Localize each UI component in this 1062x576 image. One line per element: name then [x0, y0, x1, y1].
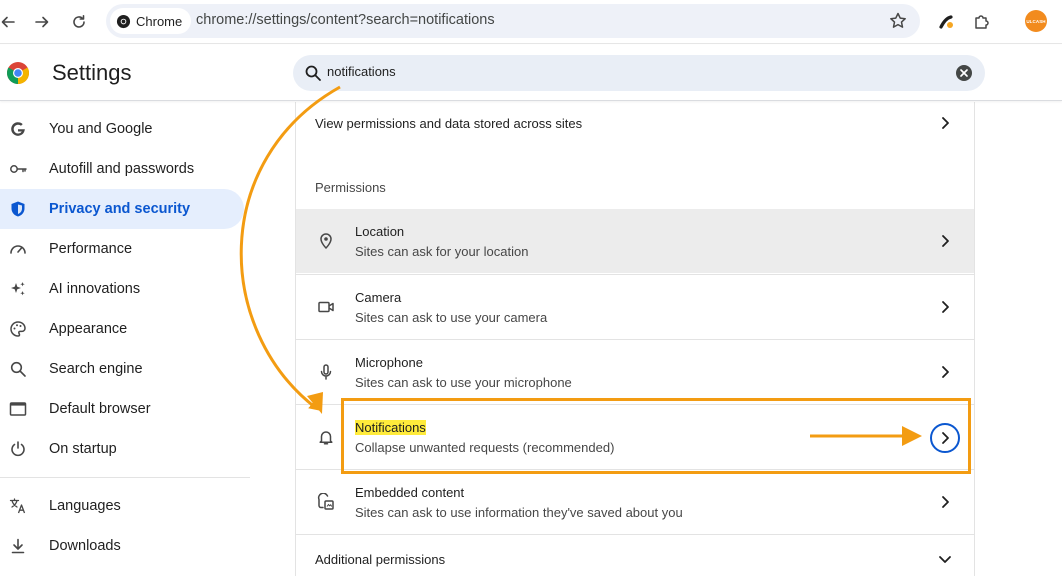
reload-icon — [73, 15, 85, 28]
additional-permissions-row[interactable]: Additional permissions — [296, 534, 974, 576]
palette-icon — [10, 321, 26, 337]
chrome-logo-icon — [116, 14, 131, 28]
arrow-left-icon — [1, 16, 15, 28]
permission-row-location[interactable]: Location Sites can ask for your location — [296, 209, 974, 273]
view-permissions-row[interactable]: View permissions and data stored across … — [296, 102, 974, 146]
chevron-right-icon[interactable] — [936, 114, 954, 132]
settings-sidebar: You and Google Autofill and passwords Pr… — [0, 102, 250, 576]
additional-permissions-label: Additional permissions — [315, 552, 446, 567]
sidebar-item-default-browser[interactable]: Default browser — [0, 389, 244, 429]
sidebar-item-you-and-google[interactable]: You and Google — [0, 109, 244, 149]
annotation-highlight-box — [341, 398, 971, 474]
chevron-down-icon[interactable] — [936, 550, 954, 568]
sidebar-item-downloads[interactable]: Downloads — [0, 526, 244, 566]
settings-header: Settings — [0, 45, 1062, 101]
download-icon — [11, 538, 25, 554]
chevron-right-icon[interactable] — [936, 363, 954, 381]
site-chip[interactable]: Chrome — [110, 8, 192, 34]
permission-subtitle: Sites can ask for your location — [355, 244, 529, 259]
sparkle-icon — [11, 282, 25, 296]
sidebar-item-performance[interactable]: Performance — [0, 229, 244, 269]
permission-row-camera[interactable]: Camera Sites can ask to use your camera — [296, 274, 974, 338]
speedometer-icon — [10, 245, 26, 254]
embedded-content-icon — [317, 493, 334, 510]
permissions-heading: Permissions — [315, 180, 386, 195]
camera-icon — [318, 301, 334, 313]
permission-subtitle: Sites can ask to use information they've… — [355, 505, 683, 520]
permission-subtitle: Sites can ask to use your camera — [355, 310, 548, 325]
sidebar-item-on-startup[interactable]: On startup — [0, 429, 244, 469]
extensions-menu-button[interactable] — [968, 8, 996, 36]
puzzle-icon — [975, 15, 989, 29]
power-icon — [11, 441, 25, 457]
settings-search[interactable] — [293, 55, 985, 91]
arrow-right-icon — [35, 16, 49, 28]
page-title: Settings — [52, 60, 132, 85]
sidebar-item-label: Privacy and security — [49, 201, 191, 217]
chevron-right-icon[interactable] — [936, 232, 954, 250]
extension-logo-icon — [939, 15, 953, 29]
sidebar-item-label: Downloads — [49, 538, 121, 554]
sidebar-item-label: Default browser — [49, 401, 151, 417]
clear-search-icon[interactable] — [955, 64, 973, 82]
reload-button[interactable] — [65, 8, 93, 36]
permission-row-embedded-content[interactable]: Embedded content Sites can ask to use in… — [296, 469, 974, 533]
translate-icon — [9, 498, 26, 514]
site-settings-card: View permissions and data stored across … — [295, 102, 975, 576]
search-icon — [10, 361, 26, 377]
search-input[interactable] — [327, 64, 927, 79]
sidebar-item-autofill[interactable]: Autofill and passwords — [0, 149, 244, 189]
sidebar-item-privacy-and-security[interactable]: Privacy and security — [0, 189, 244, 229]
forward-button[interactable] — [28, 8, 56, 36]
profile-avatar[interactable]: ULCASH — [1025, 10, 1047, 32]
key-icon — [10, 165, 27, 173]
extension-button[interactable] — [932, 8, 960, 36]
microphone-icon — [320, 364, 332, 380]
sidebar-item-label: AI innovations — [49, 281, 141, 297]
site-chip-label: Chrome — [136, 13, 183, 29]
permission-row-microphone[interactable]: Microphone Sites can ask to use your mic… — [296, 339, 974, 403]
sidebar-item-appearance[interactable]: Appearance — [0, 309, 244, 349]
sidebar-item-label: You and Google — [49, 121, 153, 137]
shield-icon — [11, 201, 25, 217]
permission-title: Microphone — [355, 355, 423, 370]
profile-avatar-text: ULCASH — [1026, 18, 1046, 24]
sidebar-item-label: Autofill and passwords — [49, 161, 195, 177]
browser-toolbar: Chrome chrome://settings/content?search=… — [0, 0, 1062, 44]
sidebar-item-label: Performance — [49, 241, 133, 257]
sidebar-item-label: Appearance — [49, 321, 128, 337]
address-bar[interactable]: Chrome chrome://settings/content?search=… — [106, 4, 920, 38]
bell-icon — [319, 431, 333, 445]
chevron-right-icon[interactable] — [936, 493, 954, 511]
location-pin-icon — [320, 233, 332, 250]
bookmark-star-icon[interactable] — [888, 11, 908, 31]
permission-title: Embedded content — [355, 485, 465, 500]
sidebar-item-label: Search engine — [49, 361, 143, 377]
permission-title: Location — [355, 224, 405, 239]
back-button[interactable] — [0, 8, 22, 36]
view-permissions-label: View permissions and data stored across … — [315, 116, 583, 131]
sidebar-item-label: On startup — [49, 441, 117, 457]
sidebar-divider — [0, 477, 250, 478]
sidebar-item-search-engine[interactable]: Search engine — [0, 349, 244, 389]
url-text[interactable]: chrome://settings/content?search=notific… — [196, 12, 495, 28]
google-g-icon — [11, 122, 25, 136]
sidebar-item-ai-innovations[interactable]: AI innovations — [0, 269, 244, 309]
sidebar-item-label: Languages — [49, 498, 121, 514]
sidebar-item-languages[interactable]: Languages — [0, 486, 244, 526]
chrome-logo-icon — [7, 62, 29, 84]
browser-window-icon — [9, 402, 27, 416]
permission-subtitle: Sites can ask to use your microphone — [355, 375, 572, 390]
search-icon — [305, 65, 321, 81]
permission-title: Camera — [355, 290, 402, 305]
chevron-right-icon[interactable] — [936, 298, 954, 316]
